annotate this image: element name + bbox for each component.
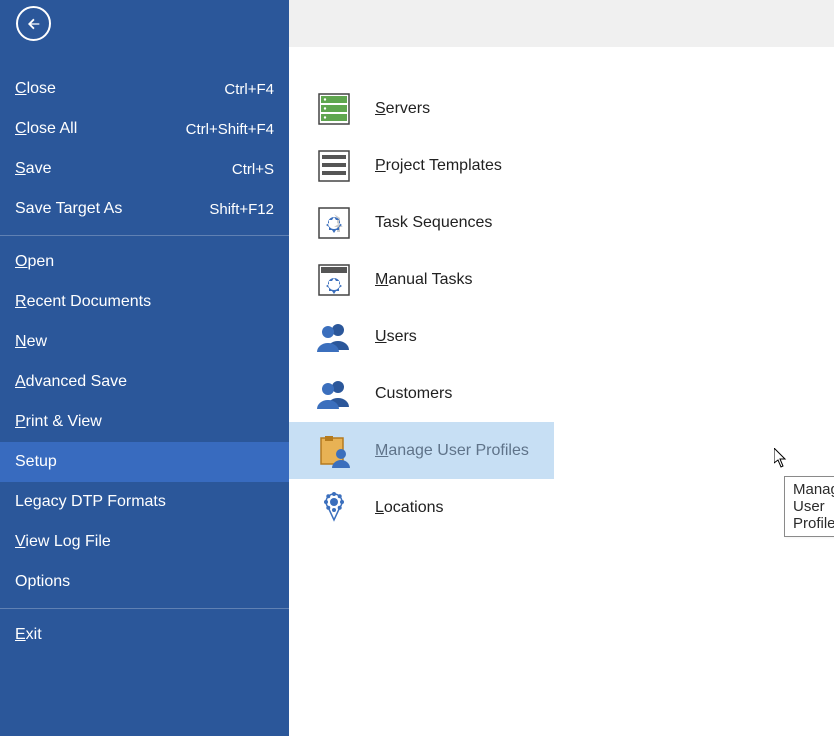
servers-icon [317, 92, 351, 126]
menu-save-target-as[interactable]: Save Target As Shift+F12 [0, 189, 289, 229]
menu-close-all[interactable]: Close All Ctrl+Shift+F4 [0, 109, 289, 149]
manual-tasks-icon [317, 263, 351, 297]
sidebar: Close Ctrl+F4 Close All Ctrl+Shift+F4 Save Ct… [0, 0, 289, 736]
setup-item-label: Manage User Profiles [375, 442, 529, 460]
menu-label: View Log File [15, 533, 111, 551]
setup-item-label: Users [375, 328, 417, 346]
setup-item-label: Customers [375, 385, 452, 403]
templates-icon [317, 149, 351, 183]
task-seq-icon [317, 206, 351, 240]
menu-label: Save Target As [15, 200, 122, 218]
icon-box [317, 434, 351, 468]
setup-list: Servers Project Templates Task Sequences Ma… [289, 47, 834, 536]
menu-label: Legacy DTP Formats [15, 493, 166, 511]
menu-label: New [15, 333, 47, 351]
menu-new[interactable]: New [0, 322, 289, 362]
menu-advanced-save[interactable]: Advanced Save [0, 362, 289, 402]
menu-label: Exit [15, 626, 42, 644]
setup-item-label: Locations [375, 499, 444, 517]
menu-print-view[interactable]: Print & View [0, 402, 289, 442]
menu-separator [0, 235, 289, 236]
menu-options[interactable]: Options [0, 562, 289, 602]
icon-box [317, 491, 351, 525]
top-band [289, 0, 834, 47]
main-panel: Servers Project Templates Task Sequences Ma… [289, 0, 834, 736]
menu-legacy-dtp[interactable]: Legacy DTP Formats [0, 482, 289, 522]
menu-label: Close All [15, 120, 77, 138]
menu-label: Save [15, 160, 51, 178]
setup-servers[interactable]: Servers [289, 80, 834, 137]
icon-box [317, 263, 351, 297]
menu-shortcut: Ctrl+Shift+F4 [186, 121, 274, 138]
setup-locations[interactable]: Locations [289, 479, 834, 536]
setup-users[interactable]: Users [289, 308, 834, 365]
users-icon [317, 377, 351, 411]
icon-box [317, 377, 351, 411]
profiles-icon [317, 434, 351, 468]
setup-customers[interactable]: Customers [289, 365, 834, 422]
menu-label: Open [15, 253, 54, 271]
menu-shortcut: Shift+F12 [209, 201, 274, 218]
menu-save[interactable]: Save Ctrl+S [0, 149, 289, 189]
setup-task-sequences[interactable]: Task Sequences [289, 194, 834, 251]
menu-shortcut: Ctrl+F4 [224, 81, 274, 98]
icon-box [317, 206, 351, 240]
setup-manage-user-profiles[interactable]: Manage User Profiles [289, 422, 554, 479]
sidebar-menu: Close Ctrl+F4 Close All Ctrl+Shift+F4 Save Ct… [0, 69, 289, 655]
menu-label: Options [15, 573, 70, 591]
setup-item-label: Servers [375, 100, 430, 118]
setup-manual-tasks[interactable]: Manual Tasks [289, 251, 834, 308]
setup-project-templates[interactable]: Project Templates [289, 137, 834, 194]
icon-box [317, 149, 351, 183]
menu-exit[interactable]: Exit [0, 615, 289, 655]
arrow-left-icon [26, 16, 42, 32]
setup-item-label: Project Templates [375, 157, 502, 175]
locations-icon [317, 491, 351, 525]
menu-setup[interactable]: Setup [0, 442, 289, 482]
menu-separator [0, 608, 289, 609]
menu-open[interactable]: Open [0, 242, 289, 282]
menu-label: Setup [15, 453, 57, 471]
menu-label: Advanced Save [15, 373, 127, 391]
menu-view-log-file[interactable]: View Log File [0, 522, 289, 562]
icon-box [317, 320, 351, 354]
menu-label: Print & View [15, 413, 102, 431]
menu-label: Close [15, 80, 56, 98]
menu-shortcut: Ctrl+S [232, 161, 274, 178]
menu-label: Recent Documents [15, 293, 151, 311]
icon-box [317, 92, 351, 126]
tooltip: Manage User Profiles [784, 476, 834, 537]
menu-close[interactable]: Close Ctrl+F4 [0, 69, 289, 109]
menu-recent-documents[interactable]: Recent Documents [0, 282, 289, 322]
users-icon [317, 320, 351, 354]
setup-item-label: Manual Tasks [375, 271, 473, 289]
back-button[interactable] [16, 6, 51, 41]
setup-item-label: Task Sequences [375, 214, 492, 232]
